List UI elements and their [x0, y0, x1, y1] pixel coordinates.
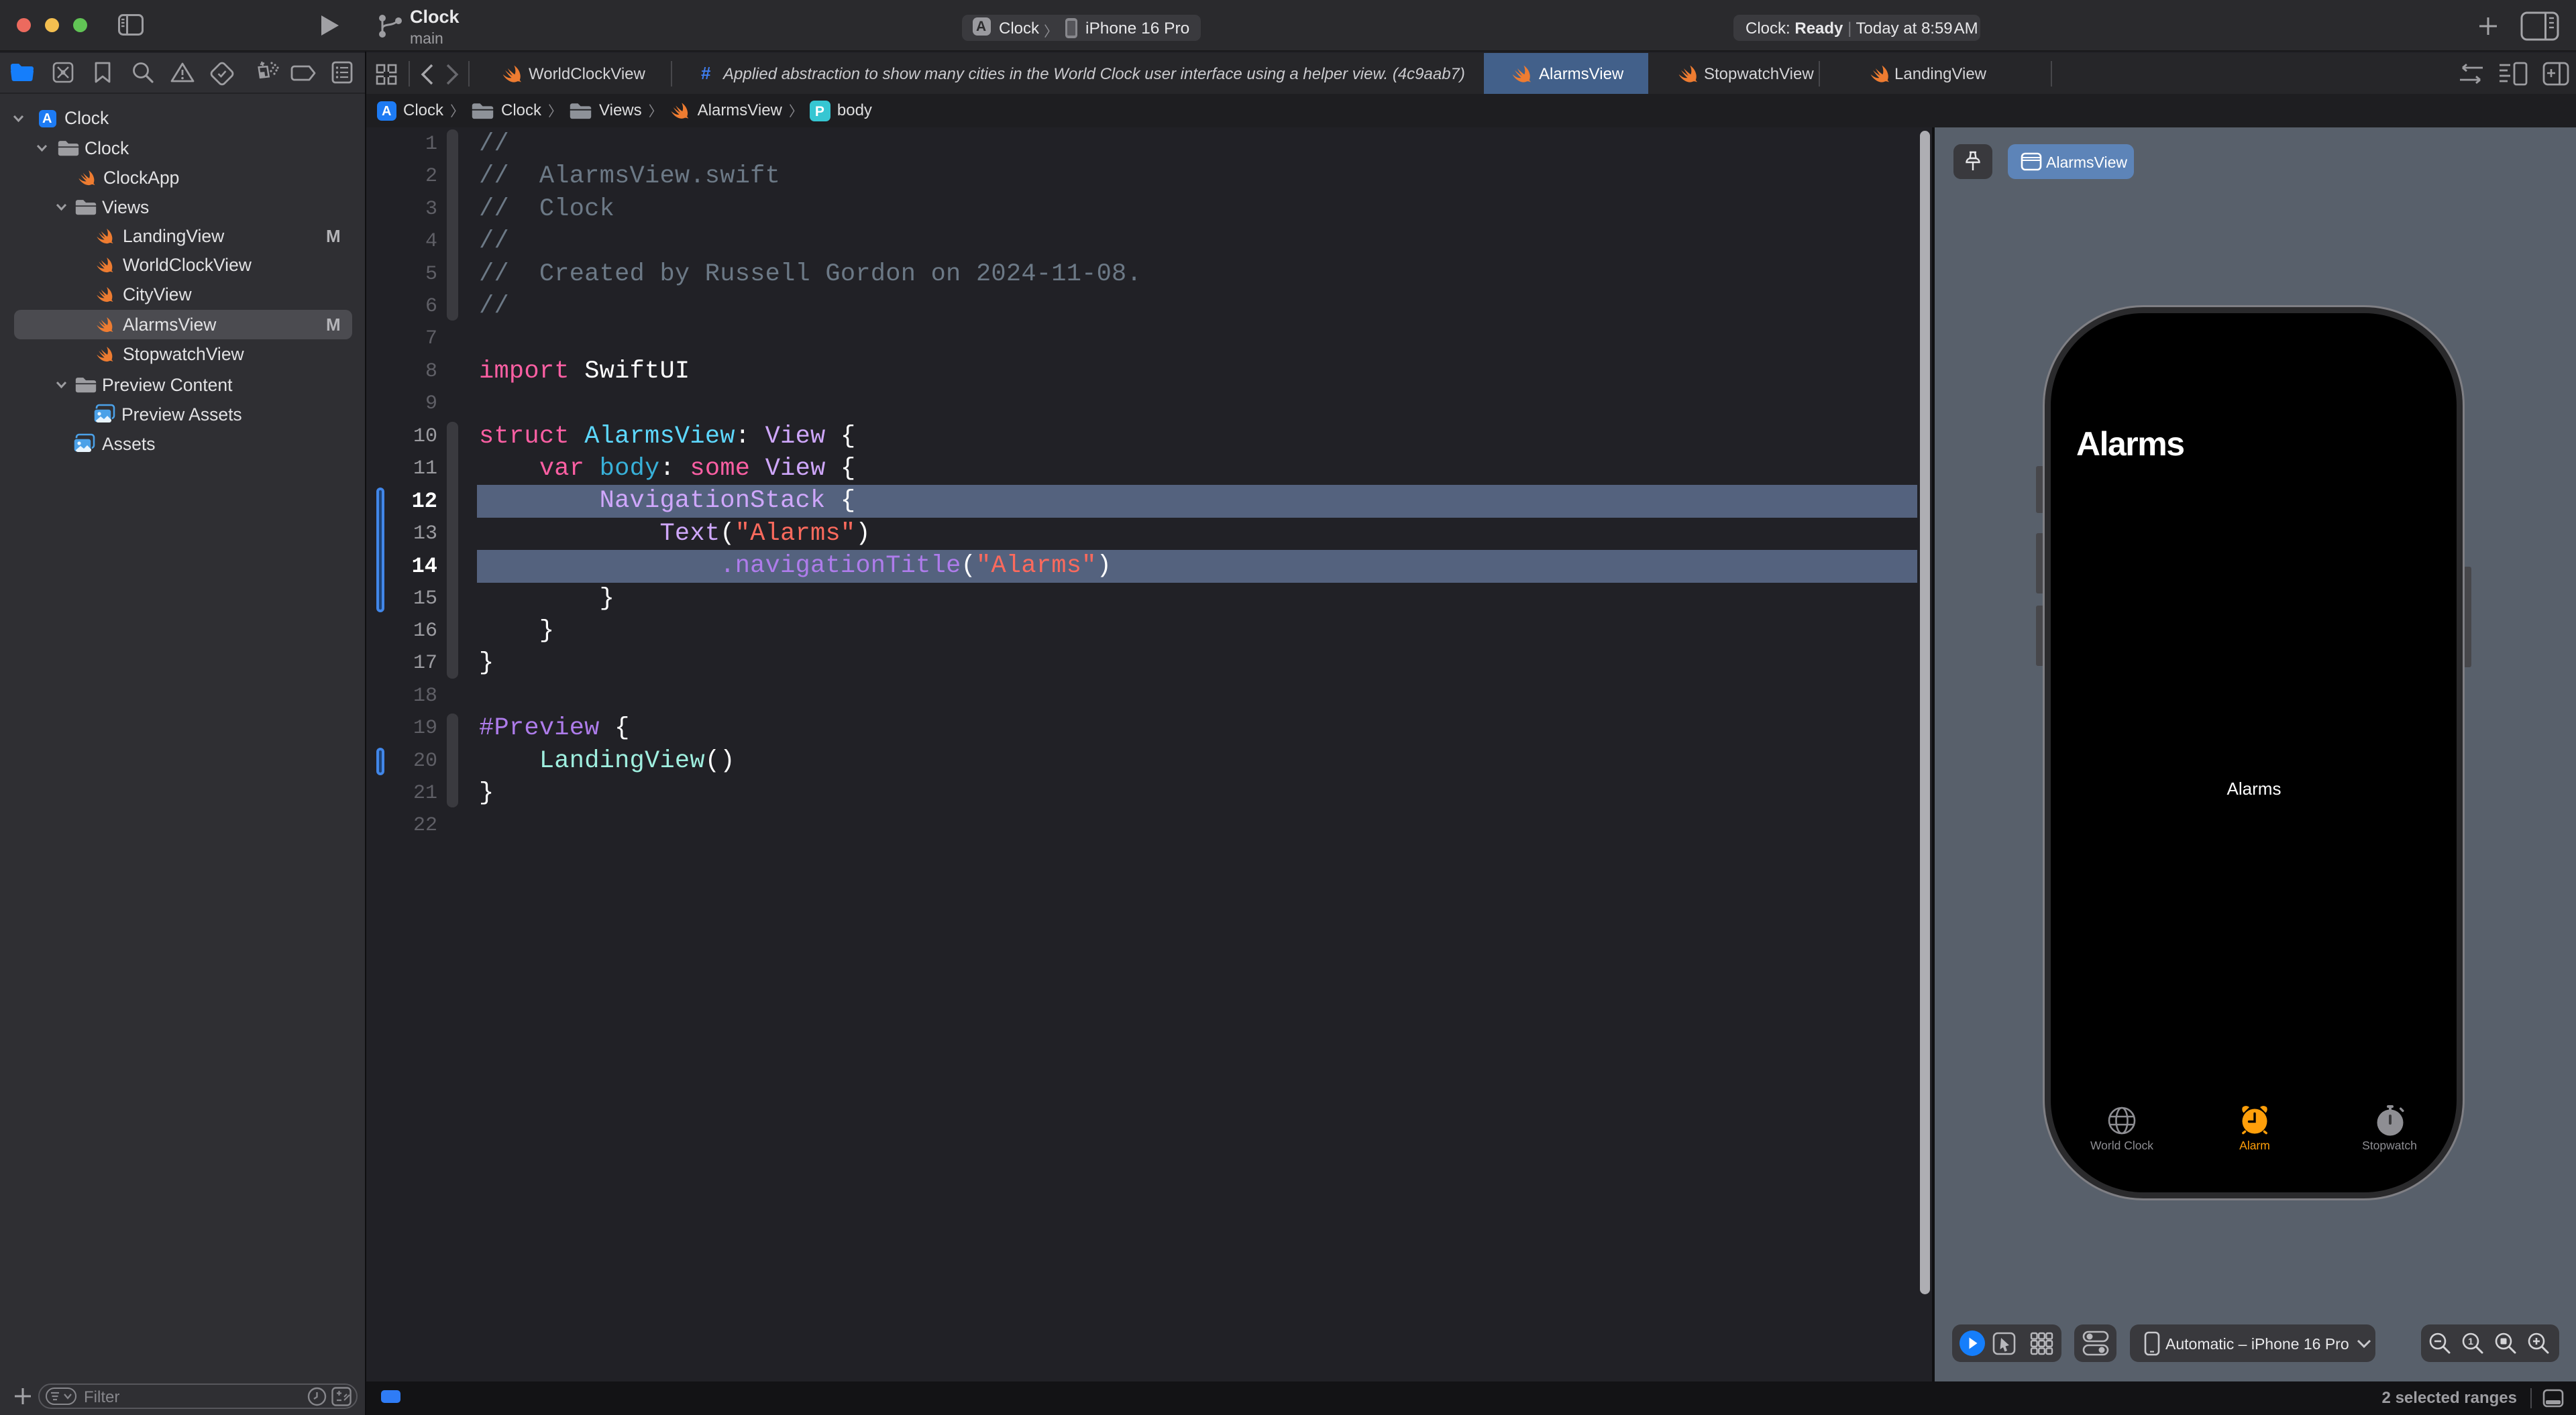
svg-text:1: 1	[2468, 1336, 2473, 1347]
